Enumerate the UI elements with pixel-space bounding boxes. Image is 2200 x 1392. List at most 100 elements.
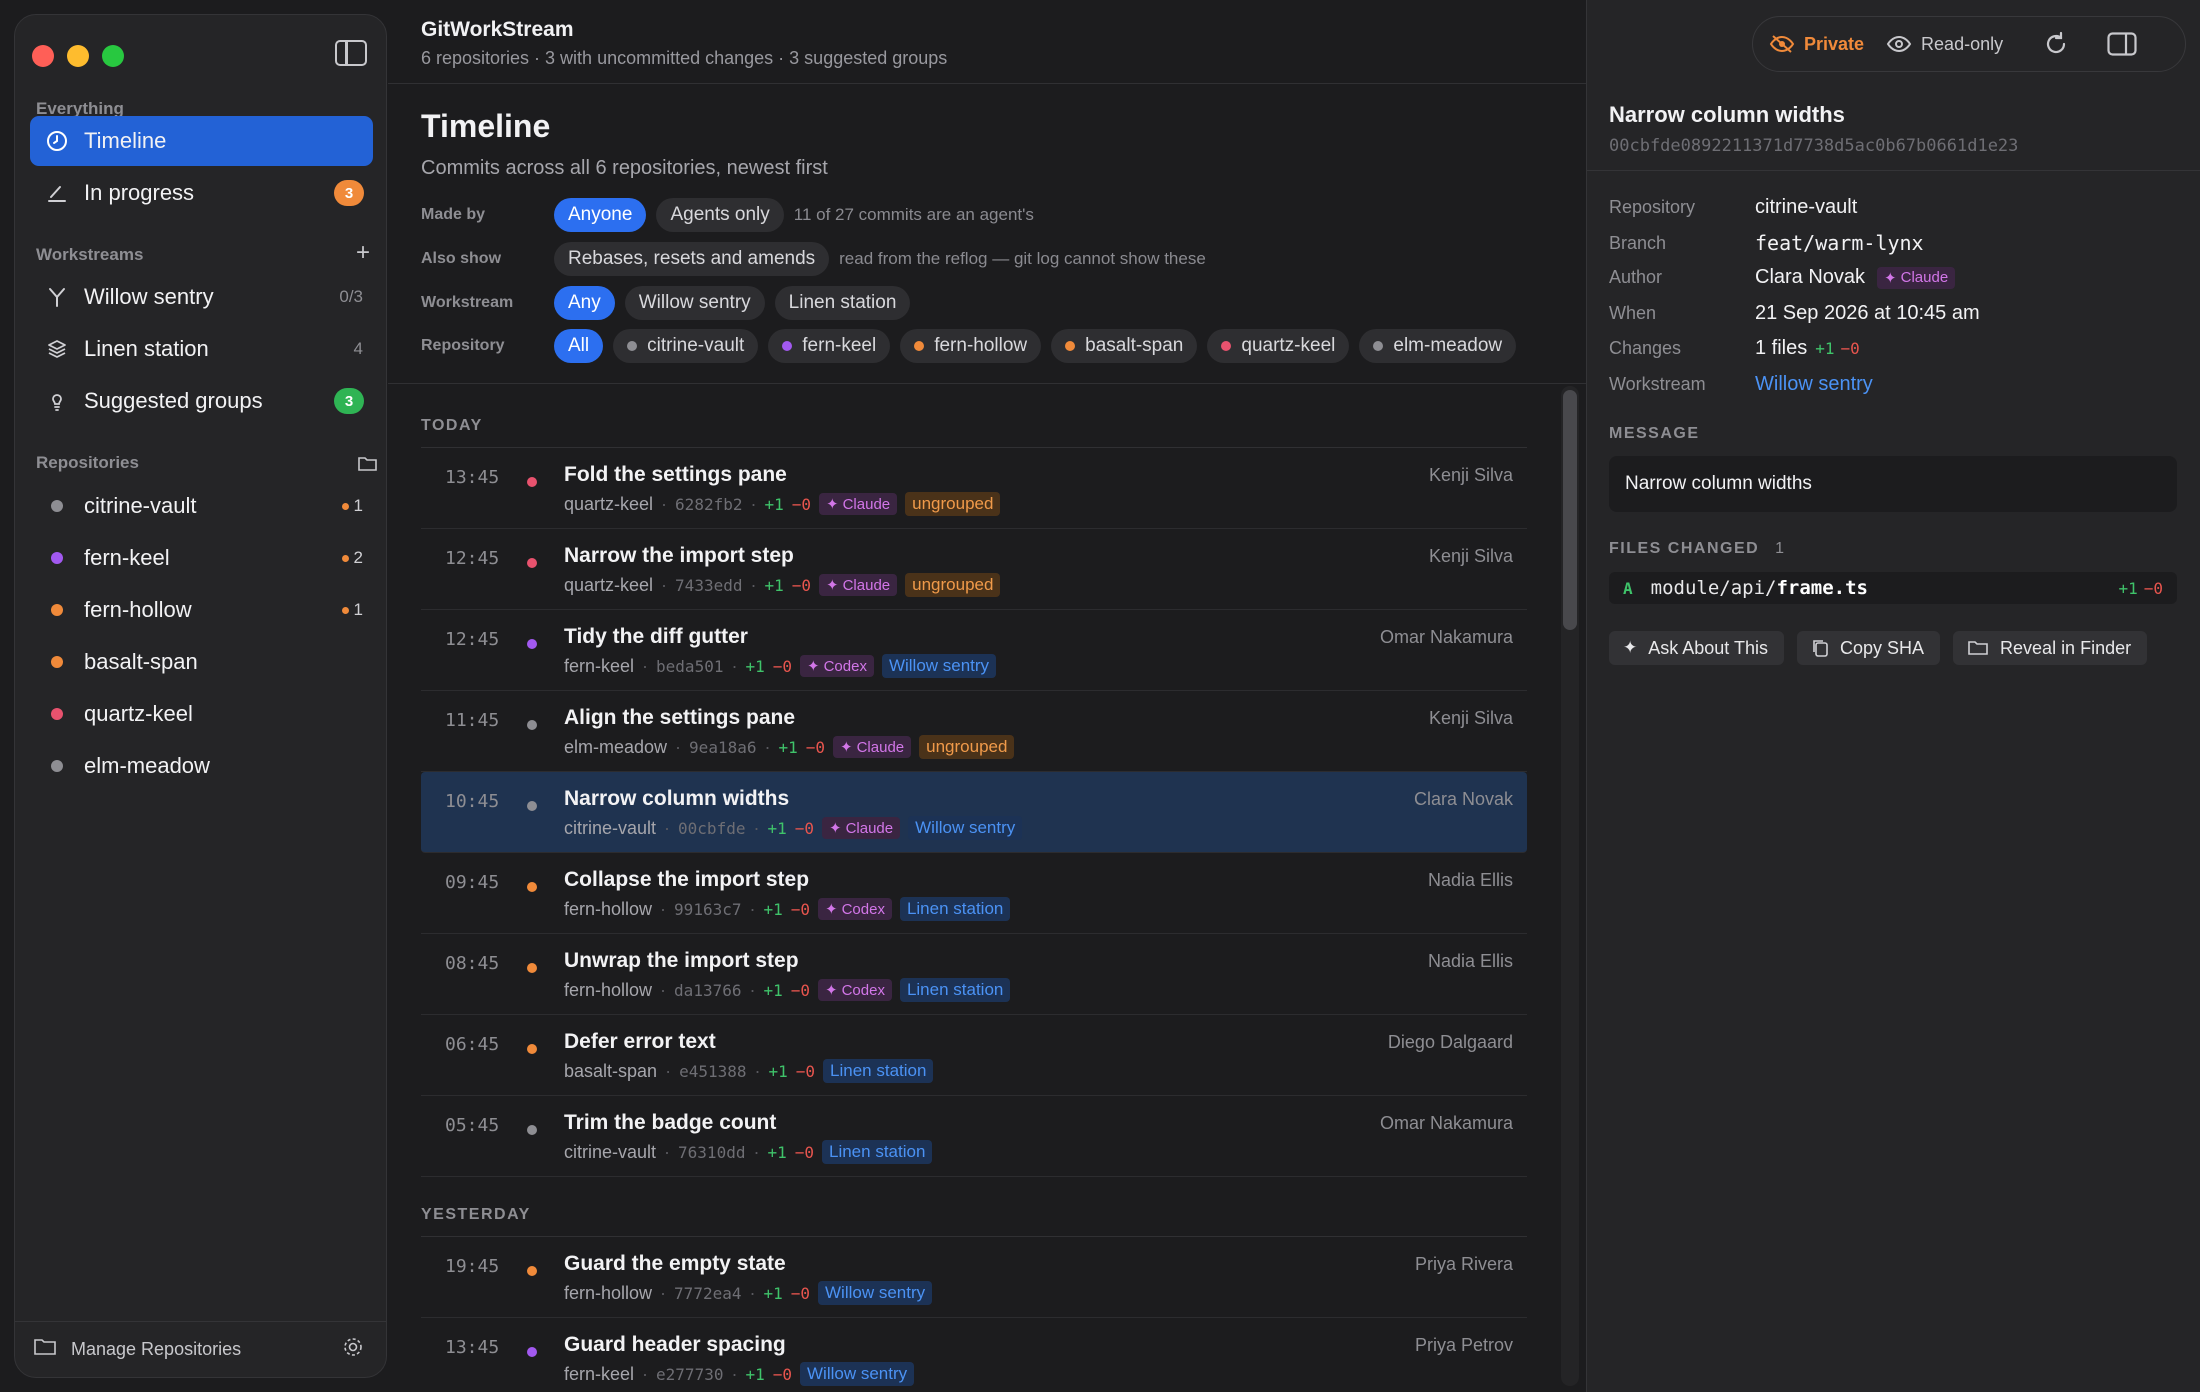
chip-repo-quartz-keel[interactable]: quartz-keel (1207, 329, 1350, 363)
sidebar-item-repo[interactable]: basalt-span (30, 637, 373, 687)
eye-slash-icon (1769, 35, 1795, 53)
repo-name: quartz-keel (84, 701, 193, 726)
chip-agents-only[interactable]: Agents only (656, 198, 784, 232)
sidebar-item-repo[interactable]: elm-meadow (30, 741, 373, 791)
chip-any[interactable]: Any (554, 286, 615, 320)
agent-name: Claude (842, 576, 891, 594)
repo-color-dot (527, 1125, 537, 1135)
uncommitted-count: 1 (353, 496, 363, 515)
chip-repo-elm-meadow[interactable]: elm-meadow (1359, 329, 1517, 363)
repo-color-dot (527, 882, 537, 892)
separator: · (661, 493, 668, 514)
field-key: Changes (1609, 338, 1682, 358)
commit-row[interactable]: 19:45 Guard the empty state fern-hollow · 77… (421, 1237, 1527, 1318)
sidebar-item-timeline[interactable]: Timeline (30, 116, 373, 166)
repo-color-dot (914, 341, 925, 351)
manage-repositories-button[interactable]: Manage Repositories (15, 1321, 386, 1377)
chip-label: elm-meadow (1393, 335, 1503, 356)
commit-sha: 00cbfde (678, 818, 746, 838)
separator: · (642, 655, 649, 676)
inspector-toggle-icon[interactable] (2105, 27, 2139, 61)
commit-row[interactable]: 12:45 Narrow the import step quartz-keel · 7… (421, 529, 1527, 610)
commit-row[interactable]: 10:45 Narrow column widths citrine-vault · 0… (421, 772, 1527, 853)
sparkle-icon: ✦ (825, 982, 838, 999)
workstream-tag[interactable]: Linen station (899, 978, 1011, 1002)
sidebar-item-repo[interactable]: citrine-vault 1 (30, 481, 373, 531)
private-toggle[interactable]: Private (1769, 34, 1864, 55)
commit-repo: fern-hollow (564, 979, 653, 1000)
file-row[interactable]: A module/api/frame.ts +1 −0 (1609, 572, 2177, 604)
file-name: frame.ts (1776, 577, 1868, 599)
workstream-tag[interactable]: Linen station (823, 1059, 934, 1083)
commit-row[interactable]: 11:45 Align the settings pane elm-meadow · 9… (421, 691, 1527, 772)
sidebar-item-in-progress[interactable]: In progress 3 (30, 168, 373, 218)
commit-title: Narrow the import step (564, 544, 794, 567)
commit-author: Nadia Ellis (1427, 951, 1513, 971)
workstream-tag[interactable]: Willow sentry (881, 654, 997, 678)
ask-about-this-button[interactable]: ✦ Ask About This (1609, 631, 1784, 665)
refresh-icon[interactable] (2039, 27, 2073, 61)
zoom-window-button[interactable] (102, 45, 124, 67)
close-window-button[interactable] (32, 45, 54, 67)
file-dir: module/api/ (1650, 577, 1777, 599)
sidebar-item-linen-station[interactable]: Linen station 4 (30, 324, 373, 374)
chip-repo-citrine-vault[interactable]: citrine-vault (613, 329, 759, 363)
copy-sha-button[interactable]: Copy SHA (1796, 631, 1941, 665)
chip-anyone[interactable]: Anyone (554, 198, 647, 232)
commit-author: Diego Dalgaard (1387, 1032, 1513, 1052)
chip-rebases[interactable]: Rebases, resets and amends (554, 242, 830, 276)
commit-row[interactable]: 08:45 Unwrap the import step fern-hollow · d… (421, 934, 1527, 1015)
workstream-tag[interactable]: Willow sentry (908, 816, 1023, 840)
add-workstream-button[interactable]: + (356, 241, 370, 265)
sidebar-toggle-icon[interactable] (335, 40, 367, 66)
commit-row[interactable]: 09:45 Collapse the import step fern-hollow… (421, 853, 1527, 934)
deletions: −0 (791, 494, 812, 514)
commit-row[interactable]: 13:45 Fold the settings pane quartz-keel · 6… (421, 448, 1527, 529)
filter-label: Workstream (421, 294, 514, 311)
workstream-link[interactable]: Willow sentry (1755, 373, 1873, 396)
chip-label: citrine-vault (647, 335, 745, 356)
workstream-tag[interactable]: Willow sentry (818, 1281, 933, 1305)
commit-sha[interactable]: 00cbfde0892211371d7738d5ac0b67b0661d1e23 (1609, 136, 2018, 156)
chip-linen-station[interactable]: Linen station (774, 286, 911, 320)
add-repository-folder-icon[interactable] (357, 455, 379, 479)
workstream-tag[interactable]: Linen station (822, 1140, 933, 1164)
chip-repo-basalt-span[interactable]: basalt-span (1051, 329, 1198, 363)
commit-sha: 99163c7 (674, 899, 742, 919)
commit-row[interactable]: 06:45 Defer error text basalt-span · e451388… (421, 1015, 1527, 1096)
scrollbar-thumb[interactable] (1563, 390, 1577, 630)
sidebar-item-suggested-groups[interactable]: Suggested groups 3 (30, 376, 373, 426)
reveal-in-finder-button[interactable]: Reveal in Finder (1953, 631, 2148, 665)
commit-meta: fern-keel · beda501 · +1 −0 ✦ Codex Willow sentr… (564, 654, 997, 678)
sidebar-item-repo[interactable]: quartz-keel (30, 689, 373, 739)
detail-header: Narrow column widths 00cbfde0892211371d7… (1609, 102, 2018, 156)
ungrouped-tag: ungrouped (919, 735, 1015, 759)
commit-row[interactable]: 13:45 Guard header spacing fern-keel · e2777… (421, 1318, 1527, 1392)
chip-all[interactable]: All (554, 329, 604, 363)
field-value: citrine-vault (1755, 196, 1858, 218)
sidebar-item-repo[interactable]: fern-hollow 1 (30, 585, 373, 635)
chip-willow-sentry[interactable]: Willow sentry (624, 286, 765, 320)
repo-color-dot (51, 552, 63, 564)
commit-sha: e277730 (656, 1364, 724, 1384)
minimize-window-button[interactable] (67, 45, 89, 67)
commit-meta: fern-hollow · 99163c7 · +1 −0 ✦ Codex Linen stat… (564, 897, 1011, 921)
field-value: feat/warm-lynx (1755, 231, 1924, 255)
workstream-tag[interactable]: Willow sentry (800, 1362, 915, 1386)
chip-repo-fern-keel[interactable]: fern-keel (768, 329, 891, 363)
commit-row[interactable]: 12:45 Tidy the diff gutter fern-keel · beda5… (421, 610, 1527, 691)
commit-author: Kenji Silva (1428, 465, 1513, 485)
filter-repository: Repository All citrine-vault fern-keel fer… (421, 328, 1526, 364)
sidebar-item-willow-sentry[interactable]: Willow sentry 0/3 (30, 272, 373, 322)
sidebar-item-label: Suggested groups (84, 388, 263, 413)
repo-name: citrine-vault (84, 493, 197, 518)
gear-icon[interactable] (342, 1336, 364, 1364)
ask-label: Ask About This (1648, 637, 1768, 658)
chip-repo-fern-hollow[interactable]: fern-hollow (900, 329, 1042, 363)
additions: +1 (764, 494, 784, 514)
sidebar-item-repo[interactable]: fern-keel 2 (30, 533, 373, 583)
commit-row[interactable]: 05:45 Trim the badge count citrine-vault · 7… (421, 1096, 1527, 1177)
file-status: A (1623, 578, 1633, 598)
workstream-tag[interactable]: Linen station (899, 897, 1011, 921)
read-only-toggle[interactable]: Read-only (1886, 34, 2003, 55)
